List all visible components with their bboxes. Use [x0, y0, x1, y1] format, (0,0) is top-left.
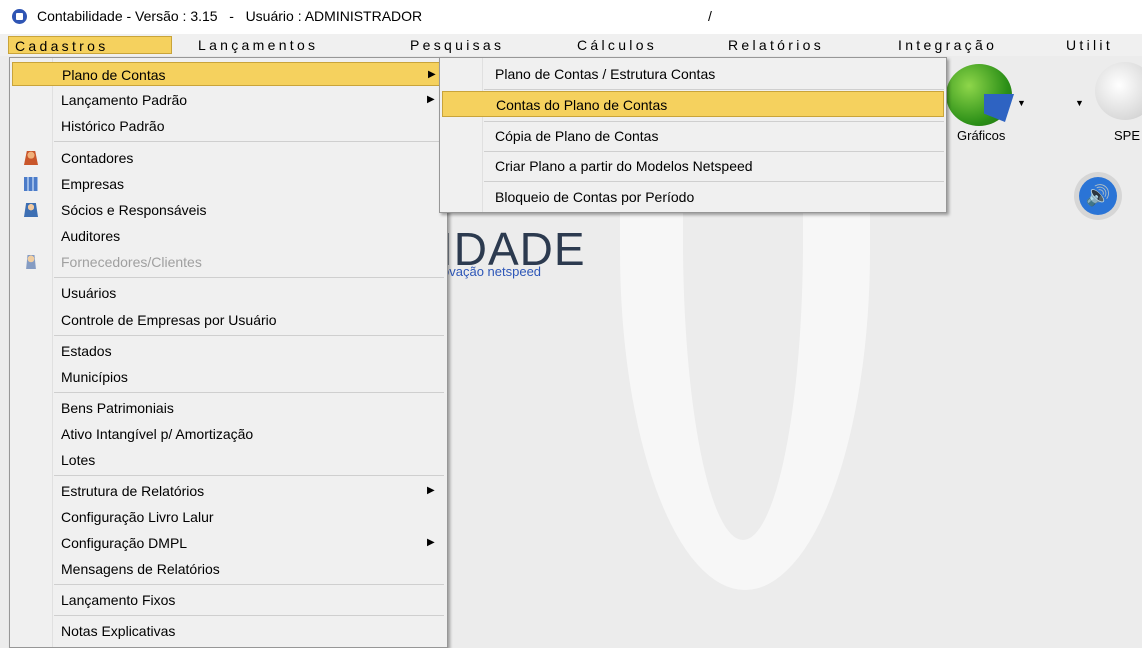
submenu-item-estrutura-contas[interactable]: Plano de Contas / Estrutura Contas — [442, 61, 944, 87]
plano-de-contas-submenu: Plano de Contas / Estrutura Contas Conta… — [439, 57, 947, 213]
supplier-icon — [26, 255, 36, 269]
submenu-arrow-icon: ▶ — [428, 69, 436, 80]
menu-item-notas-explicativas[interactable]: Notas Explicativas — [12, 619, 445, 643]
submenu-arrow-icon: ▶ — [427, 94, 435, 105]
menu-bar: Cadastros Lançamentos Pesquisas Cálculos… — [0, 34, 1142, 56]
menu-utilitarios[interactable]: Utilit — [1060, 36, 1119, 54]
speaker-icon: 🔊 — [1079, 177, 1117, 215]
menu-integracao[interactable]: Integração — [892, 36, 1003, 54]
menu-item-bens-patrimoniais[interactable]: Bens Patrimoniais — [12, 396, 445, 420]
menu-item-estados[interactable]: Estados — [12, 339, 445, 363]
menu-item-socios[interactable]: Sócios e Responsáveis — [12, 198, 445, 222]
menu-item-estrutura-relatorios[interactable]: Estrutura de Relatórios ▶ — [12, 479, 445, 503]
menu-pesquisas[interactable]: Pesquisas — [404, 36, 510, 54]
graficos-label[interactable]: Gráficos — [957, 128, 1005, 143]
submenu-arrow-icon: ▶ — [427, 485, 435, 496]
spe-label[interactable]: SPE — [1114, 128, 1140, 143]
submenu-item-contas-do-plano[interactable]: Contas do Plano de Contas — [442, 91, 944, 117]
menu-item-fornecedores: Fornecedores/Clientes — [12, 250, 445, 274]
menu-separator — [54, 475, 444, 476]
menu-item-controle-empresas[interactable]: Controle de Empresas por Usuário — [12, 308, 445, 332]
menu-item-empresas[interactable]: Empresas — [12, 172, 445, 196]
menu-item-config-lalur[interactable]: Configuração Livro Lalur — [12, 505, 445, 529]
sound-button[interactable]: 🔊 — [1074, 172, 1122, 220]
menu-separator — [484, 89, 944, 90]
window-title-slash: / — [708, 8, 712, 24]
menu-item-auditores[interactable]: Auditores — [12, 224, 445, 248]
menu-item-municipios[interactable]: Municípios — [12, 365, 445, 389]
menu-cadastros[interactable]: Cadastros — [8, 36, 172, 54]
window-title: Contabilidade - Versão : 3.15 - Usuário … — [37, 8, 423, 24]
cadastros-menu: Plano de Contas ▶ Lançamento Padrão ▶ Hi… — [9, 57, 448, 648]
submenu-arrow-icon: ▶ — [427, 537, 435, 548]
submenu-item-copia-plano[interactable]: Cópia de Plano de Contas — [442, 123, 944, 149]
menu-item-lotes[interactable]: Lotes — [12, 448, 445, 472]
submenu-item-criar-plano[interactable]: Criar Plano a partir do Modelos Netspeed — [442, 153, 944, 179]
menu-separator — [54, 392, 444, 393]
menu-separator — [54, 277, 444, 278]
menu-item-usuarios[interactable]: Usuários — [12, 281, 445, 305]
menu-item-ativo-intangivel[interactable]: Ativo Intangível p/ Amortização — [12, 422, 445, 446]
menu-lancamentos[interactable]: Lançamentos — [192, 36, 324, 54]
menu-separator — [484, 121, 944, 122]
menu-item-config-dmpl[interactable]: Configuração DMPL ▶ — [12, 531, 445, 555]
menu-item-plano-de-contas[interactable]: Plano de Contas ▶ — [12, 62, 445, 86]
person-icon — [24, 151, 38, 165]
menu-item-lancamento-padrao[interactable]: Lançamento Padrão ▶ — [12, 88, 445, 112]
title-bar: Contabilidade - Versão : 3.15 - Usuário … — [0, 0, 1142, 34]
menu-item-contadores[interactable]: Contadores — [12, 146, 445, 170]
menu-item-lancamento-fixos[interactable]: Lançamento Fixos — [12, 588, 445, 612]
menu-separator — [484, 151, 944, 152]
buildings-icon — [24, 177, 38, 191]
menu-item-mensagens-relatorios[interactable]: Mensagens de Relatórios — [12, 557, 445, 581]
chevron-down-icon[interactable]: ▼ — [1075, 98, 1084, 108]
menu-separator — [54, 335, 444, 336]
submenu-item-bloqueio-contas[interactable]: Bloqueio de Contas por Período — [442, 184, 944, 210]
app-icon — [12, 9, 27, 24]
menu-calculos[interactable]: Cálculos — [571, 36, 663, 54]
logo-subtitle: ovação netspeed — [442, 264, 542, 279]
menu-separator — [54, 584, 444, 585]
menu-separator — [484, 181, 944, 182]
menu-separator — [54, 615, 444, 616]
group-icon — [24, 203, 38, 217]
menu-relatorios[interactable]: Relatórios — [722, 36, 830, 54]
chevron-down-icon[interactable]: ▼ — [1017, 98, 1026, 108]
menu-separator — [54, 141, 444, 142]
menu-item-historico-padrao[interactable]: Histórico Padrão — [12, 114, 445, 138]
